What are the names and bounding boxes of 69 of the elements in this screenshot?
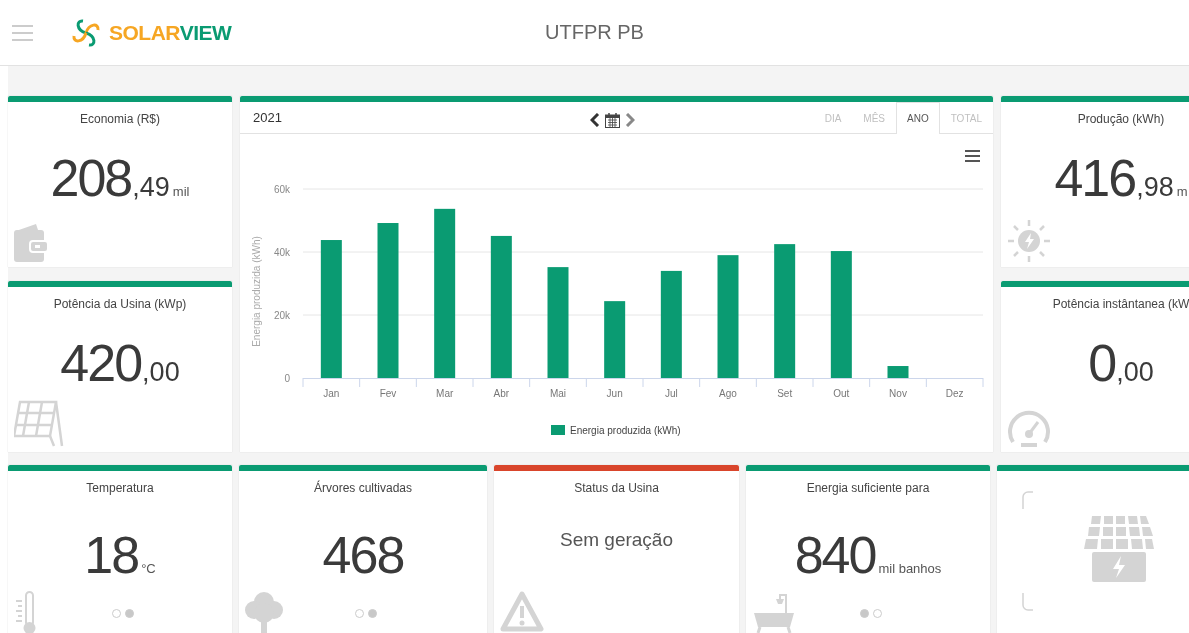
x-tick-label: Mai (549, 388, 567, 399)
legend-label: Energia produzida (kWh) (570, 425, 681, 436)
solar-panel-icon (14, 400, 64, 448)
gauge-icon (1007, 408, 1051, 448)
metric-unit: °C (141, 561, 156, 576)
metric-value: 208 (50, 152, 132, 204)
wallet-icon (14, 221, 48, 263)
period-tab[interactable]: ANO (896, 102, 940, 134)
x-tick-label: Jul (664, 388, 678, 399)
x-tick-label: Set (777, 388, 793, 399)
thermometer-icon (14, 591, 36, 633)
card-title: Potência instântanea (kW (1051, 297, 1189, 311)
site-title: UTFPR PB (545, 21, 644, 44)
metric-value: 468 (322, 529, 404, 581)
warning-icon (500, 591, 544, 633)
pager-dot[interactable] (860, 608, 869, 618)
metric-decimal: ,49 (132, 172, 170, 203)
y-tick-label: 0 (284, 373, 290, 384)
chart-menu-icon[interactable] (965, 150, 980, 162)
metric-unit: m (1176, 184, 1188, 199)
flower-logo-icon (71, 17, 101, 48)
card-title: Árvores cultivadas (312, 481, 413, 495)
y-axis-title: Energia produzida (kWh) (251, 236, 262, 347)
calendar-icon[interactable] (605, 112, 620, 128)
y-tick-label: 60k (273, 184, 290, 195)
x-tick-label: Mar (436, 388, 454, 399)
sun-bolt-icon (1007, 219, 1051, 263)
pager-dot[interactable] (368, 608, 377, 618)
card-title: Produção (kWh) (1076, 112, 1166, 126)
bracket-corner-icon (1022, 491, 1034, 611)
card-title: Temperatura (85, 481, 155, 495)
x-tick-label: Abr (493, 388, 510, 399)
x-tick-label: Nov (889, 388, 907, 399)
status-text: Sem geração (560, 529, 673, 551)
pager-dot[interactable] (125, 608, 134, 618)
chevron-right-icon[interactable] (625, 113, 635, 127)
y-tick-label: 20k (273, 310, 290, 321)
card-title: Energia suficiente para (805, 481, 931, 495)
legend-swatch (551, 425, 565, 435)
metric-value: 0 (1088, 337, 1116, 389)
menu-icon[interactable] (12, 24, 33, 41)
card-title: Status da Usina (573, 481, 660, 495)
chevron-left-icon[interactable] (590, 113, 600, 127)
logo-text: SOLARVIEW (109, 20, 232, 45)
metric-value: 416 (1054, 152, 1136, 204)
x-tick-label: Dez (945, 388, 964, 399)
metric-value: 420 (60, 337, 142, 389)
x-tick-label: Ago (719, 388, 737, 399)
bathtub-icon (752, 591, 796, 633)
metric-unit: mil banhos (878, 561, 942, 576)
period-label: 2021 (252, 110, 282, 125)
metric-unit: mil (172, 184, 190, 199)
metric-decimal: ,98 (1136, 172, 1174, 203)
metric-decimal: ,00 (142, 357, 180, 388)
x-tick-label: Out (833, 388, 850, 399)
card-title: Economia (R$) (79, 112, 161, 126)
period-tab[interactable]: DIA (813, 102, 853, 134)
x-tick-label: Jun (606, 388, 623, 399)
metric-decimal: ,00 (1116, 357, 1154, 388)
y-tick-label: 40k (273, 247, 290, 258)
card-title: Potência da Usina (kWp) (52, 297, 188, 311)
x-tick-label: Jan (323, 388, 340, 399)
metric-value: 18 (84, 529, 139, 581)
period-tab[interactable]: MÊS (852, 102, 896, 134)
bar (887, 366, 909, 378)
metric-value: 840 (794, 529, 876, 581)
tree-icon (245, 591, 283, 633)
x-tick-label: Fev (379, 388, 397, 399)
period-tab[interactable]: TOTAL (939, 102, 993, 134)
